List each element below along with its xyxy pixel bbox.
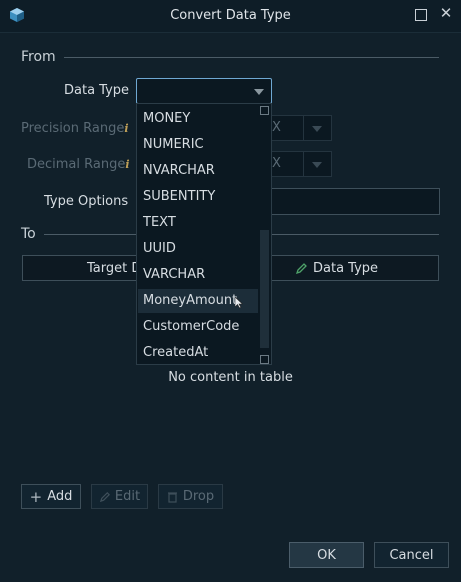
chevron-down-icon [312,162,322,168]
chevron-down-icon [254,89,264,95]
dropdown-item[interactable]: NUMERIC [138,133,258,157]
info-icon: i [124,122,129,135]
column-header-data-type[interactable]: Data Type [295,261,378,276]
precision-dropdown-button [303,115,332,141]
cancel-button[interactable]: Cancel [374,542,449,568]
column-header-target[interactable]: Target D [87,261,141,276]
dropdown-item[interactable]: UUID [138,237,258,261]
dropdown-item[interactable]: TEXT [138,211,258,235]
to-section-label: To [21,226,36,242]
from-section-label: From [21,49,56,65]
decimal-value: X [272,156,281,171]
dropdown-item[interactable]: CreatedAt [138,341,258,365]
maximize-button[interactable] [415,9,427,21]
add-button[interactable]: + Add [21,484,81,509]
trash-icon [167,491,177,503]
pencil-icon [99,491,110,502]
data-type-label: Data Type [64,83,130,98]
table-empty-placeholder: No content in table [168,370,293,385]
plus-icon: + [29,487,43,506]
dropdown-item[interactable]: CustomerCode [138,315,258,339]
edit-button: Edit [91,484,148,509]
data-type-combo[interactable] [136,78,272,104]
scrollbar-thumb[interactable] [260,230,269,348]
dropdown-item[interactable]: NVARCHAR [138,159,258,183]
pencil-icon [295,263,307,275]
mouse-cursor-icon [235,297,243,309]
scroll-down-button[interactable] [260,355,269,364]
from-divider [64,57,439,58]
info-icon: i [125,158,130,171]
scroll-up-button[interactable] [260,106,269,115]
dropdown-item[interactable]: MONEY [138,107,258,131]
chevron-down-icon [312,126,322,132]
data-type-dropdown-list[interactable]: MONEY NUMERIC NVARCHAR SUBENTITY TEXT UU… [136,103,272,365]
type-options-label: Type Options [44,194,129,209]
precision-value: X [272,120,281,135]
ok-button[interactable]: OK [289,542,364,568]
dropdown-item[interactable]: VARCHAR [138,263,258,287]
close-button[interactable]: ✕ [438,4,454,22]
precision-range-label: Precision Rangei [21,121,129,136]
decimal-range-label: Decimal Rangei [27,157,130,172]
type-options-input[interactable] [265,188,440,215]
decimal-dropdown-button [303,151,332,177]
window-title: Convert Data Type [170,8,291,23]
drop-button: Drop [158,484,223,509]
dropdown-item[interactable]: SUBENTITY [138,185,258,209]
